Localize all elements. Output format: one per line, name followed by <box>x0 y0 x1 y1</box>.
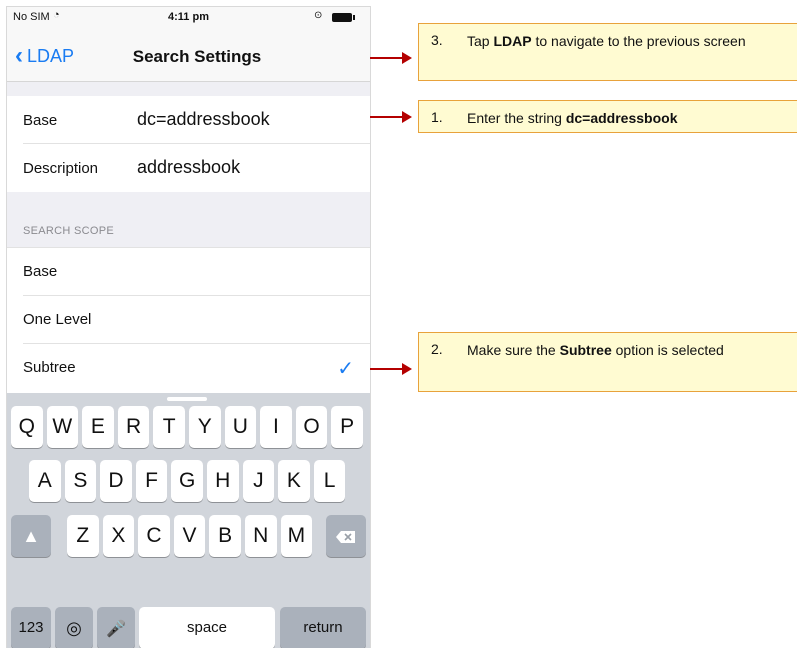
key-q[interactable]: Q <box>11 406 43 448</box>
callout-step-2: 2. Make sure the Subtree option is selec… <box>418 332 797 392</box>
delete-backspace-icon <box>336 531 355 543</box>
shift-arrow-icon: ▲ <box>22 526 40 546</box>
key-l[interactable]: L <box>313 460 346 502</box>
key-k[interactable]: K <box>278 460 310 502</box>
battery-tip <box>353 15 355 20</box>
key-s[interactable]: S <box>64 460 97 502</box>
key-m[interactable]: M <box>280 515 313 557</box>
key-h[interactable]: H <box>207 460 239 502</box>
scope-option-label: One Level <box>23 311 92 328</box>
description-field-row[interactable]: Description addressbook <box>7 144 370 192</box>
key-b[interactable]: B <box>209 515 241 557</box>
description-field-input[interactable]: addressbook <box>137 157 240 178</box>
delete-key[interactable] <box>326 515 366 557</box>
scope-option-one-level[interactable]: One Level <box>7 296 370 344</box>
base-field-input[interactable]: dc=addressbook <box>137 109 270 130</box>
chevron-left-icon: ‹ <box>15 42 23 69</box>
callout-step-3: 3. Tap LDAP to navigate to the previous … <box>418 23 797 81</box>
search-scope-header: SEARCH SCOPE <box>23 225 115 237</box>
key-n[interactable]: N <box>245 515 277 557</box>
callout-text: Tap LDAP to navigate to the previous scr… <box>467 33 746 49</box>
callout-number: 3. <box>431 32 443 48</box>
settings-fields-group: Base dc=addressbook Description addressb… <box>7 96 370 192</box>
navigation-bar: ‹ LDAP Search Settings <box>7 29 370 82</box>
rotation-lock-icon: ⊙ <box>314 10 323 21</box>
key-d[interactable]: D <box>100 460 132 502</box>
shift-key[interactable]: ▲ <box>11 515 51 557</box>
key-f[interactable]: F <box>135 460 168 502</box>
scope-option-label: Base <box>23 263 58 280</box>
description-field-label: Description <box>23 160 99 177</box>
checkmark-icon: ✓ <box>337 358 354 380</box>
page-title: Search Settings <box>132 47 262 66</box>
key-o[interactable]: O <box>295 406 328 448</box>
key-t[interactable]: T <box>153 406 185 448</box>
key-p[interactable]: P <box>331 406 363 448</box>
key-w[interactable]: W <box>46 406 79 448</box>
key-e[interactable]: E <box>82 406 114 448</box>
back-button-ldap[interactable]: ‹ LDAP <box>15 43 74 69</box>
base-field-label: Base <box>23 112 58 129</box>
callout-step-1: 1. Enter the string dc=addressbook <box>418 100 797 133</box>
base-field-row[interactable]: Base dc=addressbook <box>7 96 370 144</box>
callout-text: Make sure the Subtree option is selected <box>467 342 724 358</box>
key-z[interactable]: Z <box>67 515 99 557</box>
microphone-icon: 🎤 <box>106 621 126 638</box>
key-i[interactable]: I <box>260 406 292 448</box>
key-a[interactable]: A <box>29 460 61 502</box>
key-u[interactable]: U <box>224 406 257 448</box>
callout-text: Enter the string dc=addressbook <box>467 110 678 126</box>
globe-icon: ◎ <box>66 618 82 638</box>
scope-option-label: Subtree <box>23 359 76 376</box>
scope-option-subtree[interactable]: Subtree ✓ <box>7 344 370 392</box>
callout-arrow <box>370 363 412 375</box>
key-r[interactable]: R <box>117 406 150 448</box>
space-key[interactable]: space <box>139 607 275 648</box>
callout-arrow <box>370 52 412 64</box>
search-scope-group: Base One Level Subtree ✓ <box>7 247 370 398</box>
callout-number: 1. <box>431 109 443 125</box>
phone-screen: No SIM ◔ 4:11 pm ⊙ ‹ LDAP Search Setting… <box>6 6 371 648</box>
callout-number: 2. <box>431 341 443 357</box>
key-j[interactable]: J <box>242 460 275 502</box>
status-bar: No SIM ◔ 4:11 pm ⊙ <box>7 7 370 29</box>
return-key[interactable]: return <box>280 607 366 648</box>
keyboard: QWERTYUIOP ASDFGHJKL ▲ ZXCVBNM 123 ◎ 🎤 s… <box>7 393 370 648</box>
scope-option-base[interactable]: Base <box>7 248 370 296</box>
callout-arrow <box>370 111 412 123</box>
dictation-key[interactable]: 🎤 <box>97 607 135 648</box>
key-x[interactable]: X <box>102 515 135 557</box>
battery-icon <box>332 13 352 22</box>
key-v[interactable]: V <box>173 515 206 557</box>
back-button-label: LDAP <box>27 45 75 66</box>
globe-key[interactable]: ◎ <box>55 607 93 648</box>
key-g[interactable]: G <box>171 460 203 502</box>
numbers-key[interactable]: 123 <box>11 607 51 648</box>
key-y[interactable]: Y <box>189 406 221 448</box>
keyboard-handle <box>167 397 207 401</box>
key-c[interactable]: C <box>138 515 170 557</box>
